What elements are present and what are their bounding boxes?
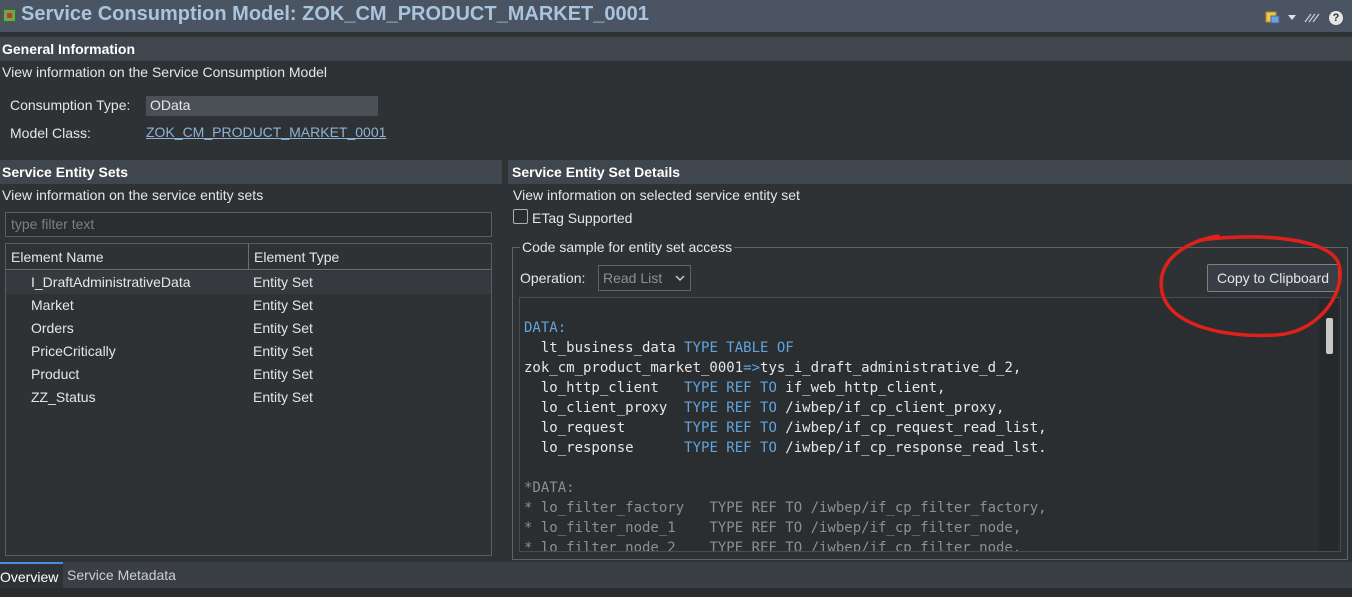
code-token: TYPE REF TO [684, 380, 777, 396]
code-token: lo_http_client [524, 380, 685, 396]
code-token: TYPE TABLE OF [684, 340, 794, 356]
element-name: ZZ_Status [31, 389, 96, 405]
code-token: * lo_filter_factory TYPE REF TO /iwbep/i… [524, 500, 1047, 516]
code-line: * lo_filter_node_1 TYPE REF TO /iwbep/if… [524, 518, 1047, 538]
operation-label: Operation: [520, 270, 586, 286]
element-type: Entity Set [253, 343, 313, 359]
code-sample-group-label: Code sample for entity set access [520, 239, 735, 255]
entity-sets-heading: Service Entity Sets [0, 160, 502, 184]
entity-details-heading: Service Entity Set Details [508, 160, 1352, 184]
element-type: Entity Set [253, 366, 313, 382]
table-row[interactable]: Market Entity Set [6, 294, 491, 317]
general-info-heading: General Information [0, 37, 1352, 61]
code-token: /iwbep/if_cp_request_read_list, [776, 420, 1047, 436]
code-line: zok_cm_product_market_0001=>tys_i_draft_… [524, 358, 1047, 378]
code-token: => [743, 360, 761, 376]
entity-details-description: View information on selected service ent… [513, 187, 800, 203]
annotation-circle [1159, 234, 1342, 338]
code-token: /iwbep/if_cp_response_read_lst. [776, 440, 1047, 456]
code-line: lo_http_client TYPE REF TO if_web_http_c… [524, 378, 1047, 398]
entity-sets-description: View information on the service entity s… [2, 187, 264, 203]
code-token: if_web_http_client, [776, 380, 946, 396]
consumption-type-label: Consumption Type: [10, 97, 131, 113]
model-class-label: Model Class: [10, 125, 91, 141]
code-token: *DATA: [524, 480, 575, 496]
code-line: * lo_filter_node_2 TYPE REF TO /iwbep/if… [524, 538, 1047, 552]
help-icon[interactable]: ? [1329, 11, 1343, 25]
general-info-description: View information on the Service Consumpt… [2, 64, 328, 80]
element-name: Product [31, 366, 80, 382]
etag-label[interactable]: ETag Supported [532, 210, 632, 226]
element-name: I_DraftAdministrativeData [31, 274, 191, 290]
element-name: PriceCritically [31, 343, 116, 359]
code-token: lo_client_proxy [524, 400, 685, 416]
chevron-down-icon[interactable] [674, 266, 686, 298]
code-token: tys_i_draft_administrative_d_2, [760, 360, 1022, 376]
code-token: zok_cm_product_market_0001 [524, 360, 744, 376]
code-token: /iwbep/if_cp_client_proxy, [776, 400, 1005, 416]
table-row[interactable]: Orders Entity Set [6, 317, 491, 340]
code-token: DATA: [524, 320, 567, 336]
open-link-icon[interactable] [1265, 9, 1281, 25]
element-type: Entity Set [253, 274, 313, 290]
table-row[interactable]: PriceCritically Entity Set [6, 340, 491, 363]
code-line: lo_client_proxy TYPE REF TO /iwbep/if_cp… [524, 398, 1047, 418]
code-token: lt_business_data [524, 340, 685, 356]
consumption-type-value: OData [146, 96, 378, 116]
dropdown-arrow-icon[interactable] [1287, 9, 1297, 25]
code-token: TYPE REF TO [684, 420, 777, 436]
editor-title: Service Consumption Model: ZOK_CM_PRODUC… [21, 3, 649, 25]
code-token: TYPE REF TO [684, 400, 777, 416]
code-line: lt_business_data TYPE TABLE OF [524, 338, 1047, 358]
entity-sets-table[interactable]: Element Name Element Type I_DraftAdminis… [5, 243, 492, 556]
column-header-element-type[interactable]: Element Type [249, 244, 491, 270]
element-type: Entity Set [253, 320, 313, 336]
table-row[interactable]: I_DraftAdministrativeData Entity Set [6, 271, 491, 294]
code-token: * lo_filter_node_1 TYPE REF TO /iwbep/if… [524, 520, 1022, 536]
code-token: lo_response [524, 440, 685, 456]
tab-overview[interactable]: Overview [0, 562, 63, 588]
model-icon [3, 9, 16, 22]
table-header: Element Name Element Type [6, 244, 491, 270]
code-line: DATA: [524, 318, 1047, 338]
bottom-strip [0, 588, 1352, 597]
code-block: DATA: lt_business_data TYPE TABLE OF zok_… [524, 318, 1047, 552]
element-name: Market [31, 297, 74, 313]
element-type: Entity Set [253, 297, 313, 313]
etag-checkbox[interactable] [513, 209, 528, 224]
code-token: * lo_filter_node_2 TYPE REF TO /iwbep/if… [524, 540, 1022, 552]
code-token: lo_request [524, 420, 685, 436]
table-row[interactable]: ZZ_Status Entity Set [6, 386, 491, 409]
editor-tab-bar [0, 562, 1352, 588]
code-line: * lo_filter_factory TYPE REF TO /iwbep/i… [524, 498, 1047, 518]
table-row[interactable]: Product Entity Set [6, 363, 491, 386]
code-line: lo_response TYPE REF TO /iwbep/if_cp_res… [524, 438, 1047, 458]
collapse-icon[interactable] [1303, 9, 1321, 25]
element-type: Entity Set [253, 389, 313, 405]
code-token: TYPE REF TO [684, 440, 777, 456]
model-class-link[interactable]: ZOK_CM_PRODUCT_MARKET_0001 [146, 124, 386, 140]
code-line: *DATA: [524, 478, 1047, 498]
column-header-element-name[interactable]: Element Name [6, 244, 249, 270]
element-name: Orders [31, 320, 74, 336]
entity-filter-input[interactable]: type filter text [5, 212, 492, 237]
tab-service-metadata[interactable]: Service Metadata [67, 562, 176, 588]
code-line: lo_request TYPE REF TO /iwbep/if_cp_requ… [524, 418, 1047, 438]
